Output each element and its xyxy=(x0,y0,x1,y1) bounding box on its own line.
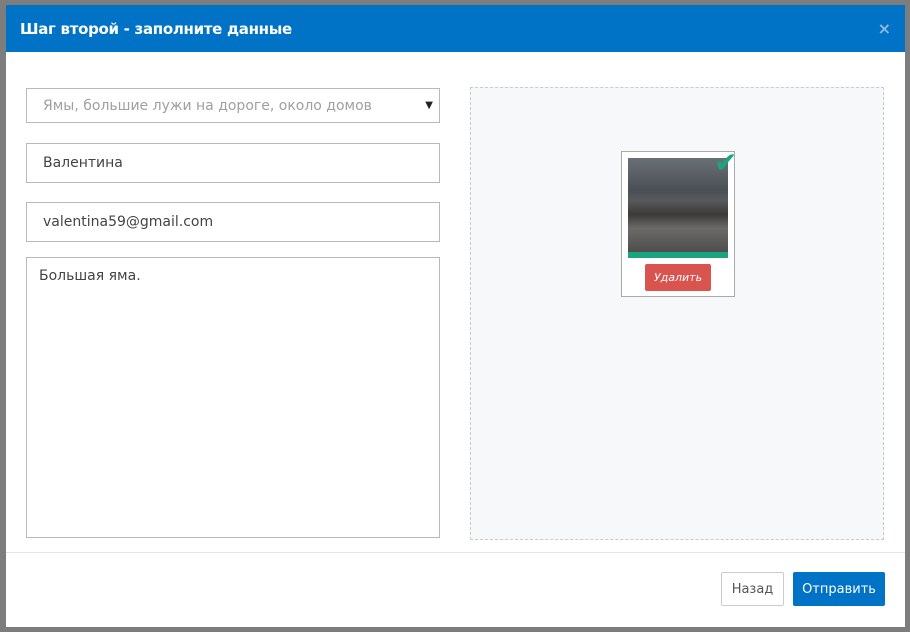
modal-header: Шаг второй - заполните данные × xyxy=(6,5,905,52)
category-placeholder: Ямы, большие лужи на дороге, около домов xyxy=(43,97,372,114)
back-button[interactable]: Назад xyxy=(721,572,784,606)
category-select[interactable]: Ямы, большие лужи на дороге, около домов… xyxy=(26,88,440,123)
modal-dialog: Шаг второй - заполните данные × Ямы, бол… xyxy=(6,5,905,627)
submit-button[interactable]: Отправить xyxy=(793,572,885,606)
modal-title: Шаг второй - заполните данные xyxy=(20,19,292,38)
upload-progress-bar xyxy=(628,252,728,258)
name-input[interactable]: Валентина xyxy=(26,143,440,183)
description-textarea[interactable]: Большая яма. xyxy=(26,257,440,538)
email-input[interactable]: valentina59@gmail.com xyxy=(26,202,440,242)
footer-divider xyxy=(6,552,905,553)
photo-dropzone[interactable]: ✔ Удалить xyxy=(470,87,884,540)
caret-down-icon: ▼ xyxy=(425,100,433,111)
pothole-photo xyxy=(628,158,728,252)
close-icon[interactable]: × xyxy=(878,19,891,38)
check-icon: ✔ xyxy=(714,146,738,179)
delete-photo-button[interactable]: Удалить xyxy=(645,264,711,291)
photo-preview: ✔ Удалить xyxy=(621,146,737,297)
